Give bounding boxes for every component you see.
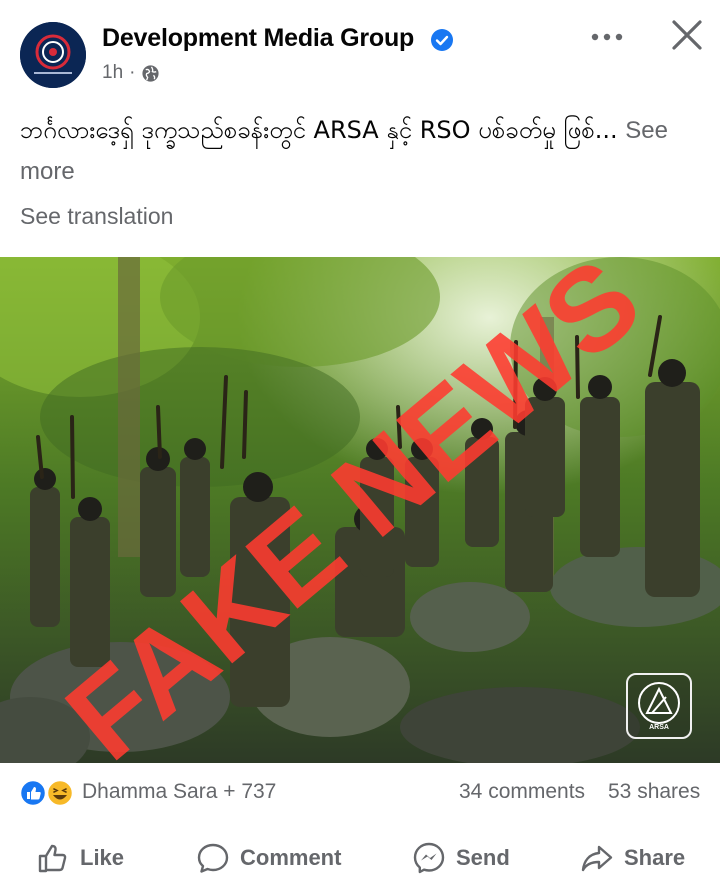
comment-button[interactable]: Comment bbox=[196, 840, 341, 876]
share-button[interactable]: Share bbox=[580, 840, 685, 876]
thumbs-up-icon bbox=[38, 844, 67, 873]
like-label: Like bbox=[80, 845, 125, 870]
post-body: ဘင်္ဂလားဒေ့ရှ် ဒုက္ခသည်စခန်းတွင် ARSA နှ… bbox=[20, 110, 710, 192]
reactions-summary: Dhamma Sara + 737 34 comments 53 shares bbox=[0, 770, 720, 816]
comments-count[interactable]: 34 comments bbox=[459, 780, 585, 804]
post-text: ဘင်္ဂလားဒေ့ရှ် ဒုက္ခသည်စခန်းတွင် ARSA နှ… bbox=[20, 116, 618, 144]
reaction-icons[interactable] bbox=[20, 779, 76, 807]
like-button[interactable]: Like bbox=[36, 840, 124, 876]
share-arrow-icon bbox=[581, 845, 613, 872]
post-time[interactable]: 1h bbox=[102, 62, 123, 84]
close-button[interactable] bbox=[668, 16, 706, 54]
close-icon bbox=[672, 20, 702, 50]
see-translation-link[interactable]: See translation bbox=[20, 203, 173, 230]
reaction-names[interactable]: Dhamma Sara + 737 bbox=[82, 780, 276, 804]
send-label: Send bbox=[456, 845, 510, 870]
more-dots-icon bbox=[591, 33, 623, 41]
send-button[interactable]: Send bbox=[412, 840, 510, 876]
meta-separator: · bbox=[129, 62, 136, 83]
page-avatar[interactable] bbox=[20, 22, 86, 88]
post-photo[interactable]: FAKE NEWS bbox=[0, 257, 720, 763]
messenger-icon bbox=[413, 842, 445, 874]
comment-bubble-icon bbox=[197, 843, 229, 873]
post-meta: 1h · bbox=[102, 62, 160, 84]
photo-illustration: FAKE NEWS bbox=[0, 257, 720, 763]
like-icon bbox=[20, 779, 47, 807]
more-options-button[interactable] bbox=[588, 20, 628, 54]
post-actions: Like Comment Send Share bbox=[0, 826, 720, 888]
post-header: Development Media Group 1h · bbox=[0, 0, 720, 100]
comment-label: Comment bbox=[240, 845, 342, 870]
globe-icon[interactable] bbox=[141, 64, 160, 83]
haha-icon bbox=[46, 779, 74, 807]
share-label: Share bbox=[624, 845, 686, 870]
verified-badge-icon bbox=[431, 29, 453, 51]
shares-count[interactable]: 53 shares bbox=[608, 780, 700, 804]
watermark-text: ARSA bbox=[649, 724, 669, 731]
author-name[interactable]: Development Media Group bbox=[102, 24, 414, 53]
arsa-watermark-logo: ARSA bbox=[626, 673, 692, 739]
